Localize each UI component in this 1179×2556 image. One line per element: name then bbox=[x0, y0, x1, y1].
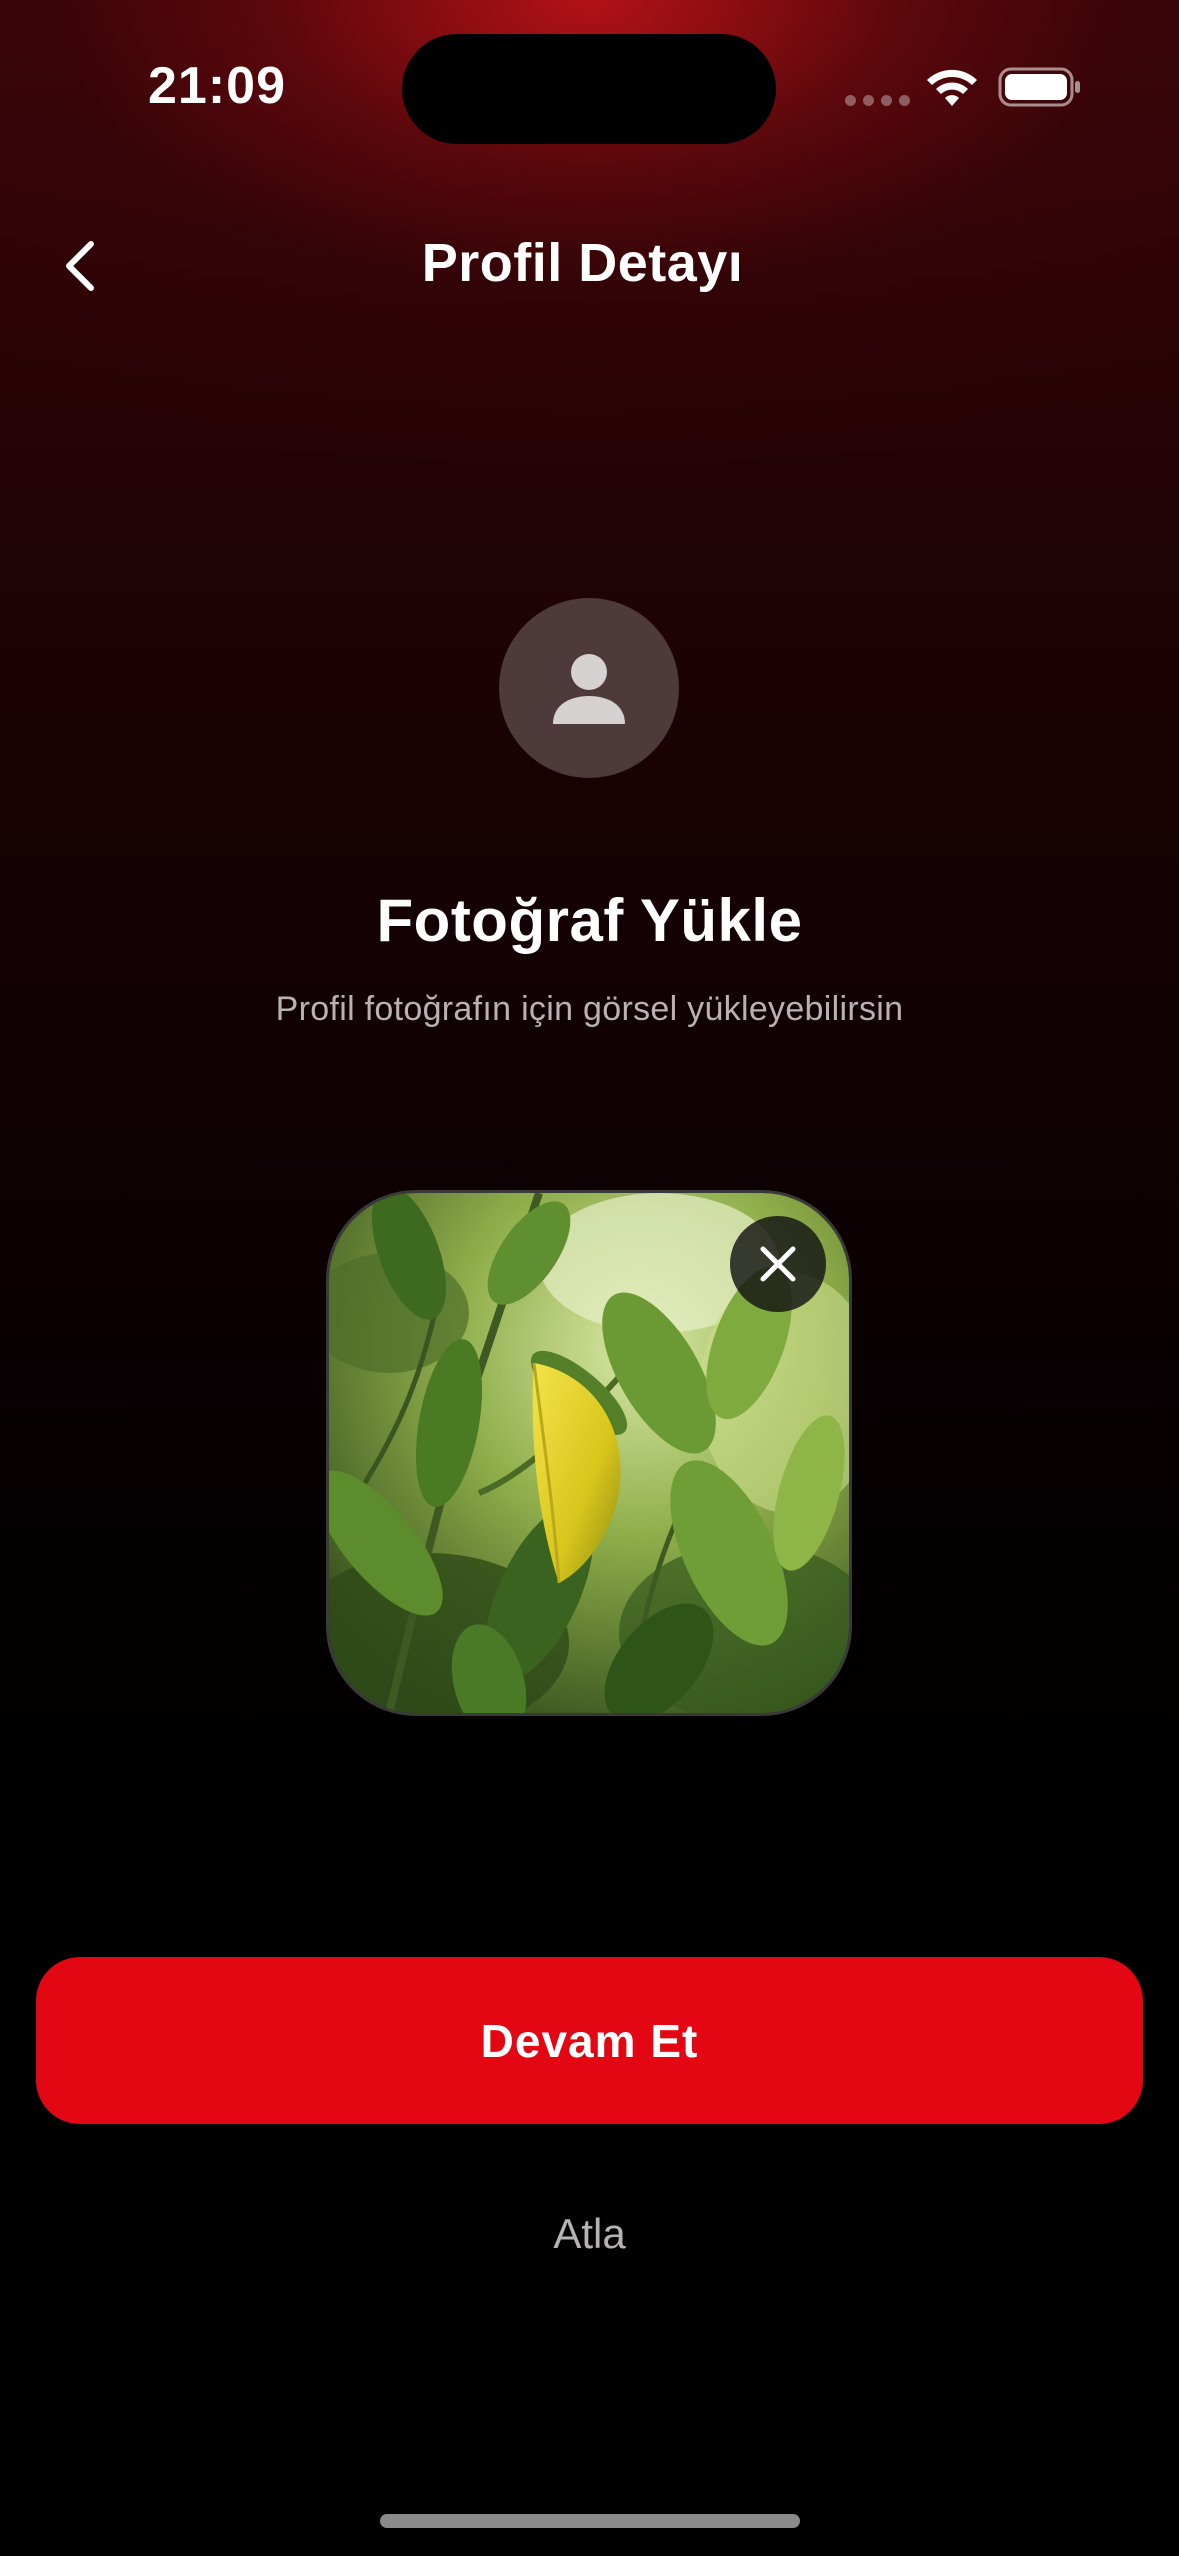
upload-title: Fotoğraf Yükle bbox=[376, 887, 803, 954]
skip-button[interactable]: Atla bbox=[0, 2210, 1179, 2258]
battery-icon bbox=[998, 67, 1080, 107]
dynamic-island bbox=[402, 34, 776, 144]
status-time: 21:09 bbox=[148, 57, 286, 115]
home-indicator[interactable] bbox=[380, 2514, 800, 2528]
page-title: Profil Detayı bbox=[421, 233, 744, 293]
upload-subtitle: Profil fotoğrafın için görsel yükleyebil… bbox=[275, 990, 904, 1028]
wifi-icon bbox=[927, 69, 977, 106]
avatar bbox=[499, 598, 679, 778]
remove-photo-button[interactable] bbox=[730, 1216, 826, 1312]
close-icon bbox=[760, 1246, 796, 1282]
person-icon bbox=[553, 654, 625, 724]
continue-button[interactable]: Devam Et bbox=[36, 1957, 1143, 2124]
cellular-signal-icon bbox=[845, 95, 910, 106]
